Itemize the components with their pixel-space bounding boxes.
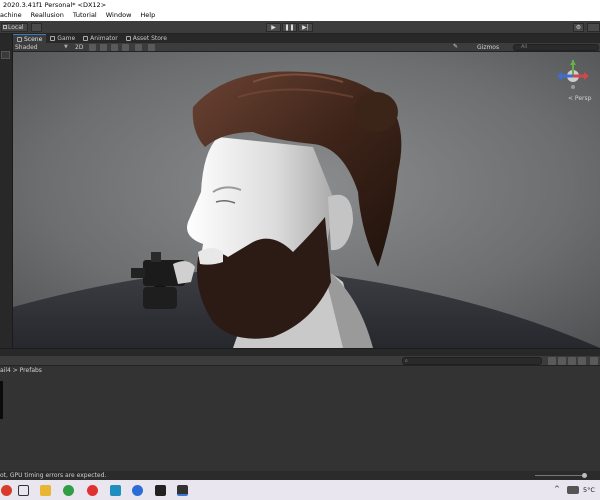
effects-toggle-icon[interactable] <box>111 44 118 51</box>
tab-animator[interactable]: Animator <box>79 34 122 43</box>
tab-scene[interactable]: Scene <box>13 34 47 43</box>
settings-button[interactable]: ⚙ <box>573 23 584 32</box>
weather-app-icon[interactable] <box>1 485 12 496</box>
status-bar: ot, GPU timing errors are expected. <box>0 471 600 480</box>
tab-asset-store[interactable]: Asset Store <box>122 34 171 43</box>
icon-size-slider[interactable] <box>535 475 587 476</box>
camera-icon[interactable] <box>465 44 472 51</box>
breadcrumb-path[interactable]: ail4 > Prefabs <box>0 367 42 374</box>
animator-icon <box>83 36 89 41</box>
menu-item-window[interactable]: Window <box>106 10 132 21</box>
unity-hub-icon[interactable] <box>110 485 121 496</box>
project-search-input[interactable]: ⌕ <box>402 357 542 365</box>
layout-dropdown[interactable] <box>587 23 600 32</box>
audio-toggle-icon[interactable] <box>100 44 107 51</box>
tab-asset-store-label: Asset Store <box>132 35 167 42</box>
weather-icon <box>567 486 579 494</box>
play-button[interactable]: ▶ <box>266 23 281 32</box>
view-tabs: Scene Game Animator Asset Store <box>13 34 600 43</box>
2d-mode-toggle[interactable]: 2D <box>75 43 83 52</box>
wrench-icon[interactable]: ✎ <box>453 43 460 50</box>
filter-by-label-icon[interactable] <box>568 357 576 365</box>
chevron-up-icon[interactable]: ^ <box>554 485 560 493</box>
gizmos-dropdown[interactable]: Gizmos <box>477 43 499 52</box>
tab-game[interactable]: Game <box>46 34 79 43</box>
chrome-icon[interactable] <box>63 485 74 496</box>
weather-temperature[interactable]: 5°C <box>583 486 595 494</box>
status-message[interactable]: ot, GPU timing errors are expected. <box>0 472 106 479</box>
unity-editor-task-icon[interactable] <box>177 485 188 496</box>
hierarchy-panel <box>0 34 13 348</box>
icon-size-slider-handle[interactable] <box>582 473 587 478</box>
scene-search-placeholder: All <box>521 44 528 50</box>
scene-icon <box>17 36 22 42</box>
scene-camera-icon[interactable] <box>135 44 142 51</box>
projection-toggle[interactable]: < Persp <box>568 95 591 102</box>
menu-item-tutorial[interactable]: Tutorial <box>73 10 97 21</box>
menu-item-help[interactable]: Help <box>140 10 155 21</box>
unity-icon[interactable] <box>155 485 166 496</box>
scene-search-input[interactable]: All <box>513 44 599 51</box>
prefab-thumbnail[interactable] <box>0 381 3 419</box>
file-explorer-icon[interactable] <box>40 485 51 496</box>
hidden-objects-icon[interactable] <box>122 44 129 51</box>
scene-viewport[interactable]: < Persp <box>13 52 600 348</box>
step-button[interactable]: ▶| <box>298 23 313 32</box>
lighting-toggle-icon[interactable] <box>89 44 96 51</box>
play-controls: ▶ ❚❚ ▶| <box>266 23 313 32</box>
hidden-packages-icon[interactable] <box>590 357 598 365</box>
panel-divider[interactable] <box>0 348 600 356</box>
project-content <box>0 375 600 471</box>
main-toolbar: Local ▶ ❚❚ ▶| ⚙ <box>0 21 600 34</box>
menu-item-machine[interactable]: achine <box>0 10 22 21</box>
os-taskbar: ^ 5°C <box>0 480 600 500</box>
tab-animator-label: Animator <box>90 35 118 42</box>
menu-bar: achine Reallusion Tutorial Window Help <box>0 10 600 21</box>
scene-toolbar: Shaded ▼ 2D ✎ Gizmos All <box>13 43 600 52</box>
hierarchy-expand-button[interactable] <box>1 51 10 59</box>
window-title-bar: 2020.3.41f1 Personal* <DX12> <box>0 0 600 10</box>
favorite-icon[interactable] <box>578 357 586 365</box>
play-icon: ▶ <box>271 24 276 31</box>
opera-icon[interactable] <box>87 485 98 496</box>
game-icon <box>50 36 56 41</box>
pivot-label: Local <box>8 24 24 31</box>
asset-store-icon <box>125 36 131 41</box>
project-toolbar: ⌕ <box>0 356 600 366</box>
window-title: 2020.3.41f1 Personal* <DX12> <box>3 1 107 9</box>
pivot-rotation-toggle[interactable]: Local <box>1 23 28 32</box>
filter-by-type-icon[interactable] <box>558 357 566 365</box>
pause-icon: ❚❚ <box>284 24 295 31</box>
tab-game-label: Game <box>57 35 76 42</box>
search-icon: ⌕ <box>405 358 408 364</box>
grid-snap-button[interactable] <box>31 23 42 32</box>
tools-icon[interactable] <box>148 44 155 51</box>
menu-item-reallusion[interactable]: Reallusion <box>31 10 64 21</box>
shading-mode-label: Shaded <box>15 44 38 51</box>
step-icon: ▶| <box>302 24 309 31</box>
gear-icon: ⚙ <box>575 24 582 31</box>
pivot-icon <box>3 25 7 29</box>
pause-button[interactable]: ❚❚ <box>282 23 297 32</box>
scene-render <box>13 52 600 348</box>
task-view-icon[interactable] <box>18 485 29 496</box>
breadcrumb: ail4 > Prefabs <box>0 366 600 375</box>
create-icon[interactable] <box>548 357 556 365</box>
cc-app-icon[interactable] <box>132 485 143 496</box>
chevron-down-icon: ▼ <box>64 44 68 50</box>
